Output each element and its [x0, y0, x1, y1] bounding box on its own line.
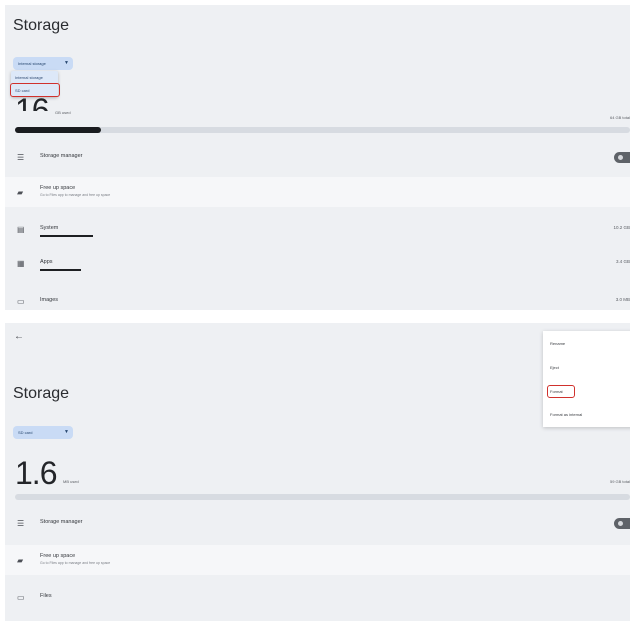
overflow-menu: Rename Eject Format Format as internal — [543, 331, 630, 427]
dropdown-selected-label: SD card — [18, 430, 33, 435]
storage-manager-icon: ☰ — [17, 153, 25, 162]
row-label: Storage manager — [40, 519, 83, 525]
menu-item-format-as-internal[interactable]: Format as internal — [550, 412, 582, 417]
row-label: Storage manager — [40, 153, 83, 159]
row-free-up-space[interactable]: ▰ Free up space Go to Files app to manag… — [5, 177, 630, 207]
cleanup-icon: ▰ — [17, 556, 24, 565]
row-sublabel: Go to Files app to manage and free up sp… — [40, 561, 111, 565]
apps-usage-bar — [40, 269, 82, 271]
total-storage-label: 59 GB total — [609, 479, 630, 484]
storage-manager-toggle[interactable] — [614, 518, 630, 529]
row-label: Free up space — [40, 553, 76, 559]
menu-item-eject[interactable]: Eject — [550, 365, 559, 370]
row-label: Apps — [40, 259, 53, 265]
back-arrow-icon[interactable]: ← — [14, 331, 24, 342]
apps-icon: ▦ — [17, 259, 25, 268]
total-storage-label: 64 GB total — [609, 115, 630, 120]
row-label: Images — [40, 297, 59, 303]
row-system[interactable]: ▤ System 10.2 GB — [5, 217, 630, 243]
row-storage-manager[interactable]: ☰ Storage manager — [5, 511, 630, 537]
storage-manager-toggle[interactable] — [614, 152, 630, 163]
cleanup-icon: ▰ — [17, 188, 24, 197]
storage-manager-icon: ☰ — [17, 519, 25, 528]
storage-volume-dropdown[interactable]: SD card ▼ — [13, 426, 73, 439]
system-usage-bar — [40, 235, 94, 237]
format-option-highlight — [547, 385, 575, 398]
storage-usage-bar — [15, 127, 630, 133]
menu-item-rename[interactable]: Rename — [550, 341, 565, 346]
storage-screen-internal: Storage Internal storage ▼ Internal stor… — [5, 5, 630, 310]
row-value: 10.2 GB — [613, 225, 630, 230]
storage-screen-sd-card: ← Storage SD card ▼ 1.6 MB used 59 GB to… — [5, 323, 630, 621]
used-storage-number: 16 — [15, 92, 49, 111]
row-storage-manager[interactable]: ☰ Storage manager — [5, 145, 630, 171]
storage-volume-dropdown[interactable]: Internal storage ▼ — [13, 57, 73, 70]
chevron-down-icon: ▼ — [64, 60, 69, 66]
row-images[interactable]: ▭ Images 3.0 MB — [5, 289, 630, 310]
page-title: Storage — [13, 385, 70, 402]
storage-usage-bar — [15, 494, 630, 500]
page-title: Storage — [13, 17, 70, 34]
used-storage-unit: MB used — [63, 479, 79, 484]
used-storage-unit: GB used — [55, 110, 71, 115]
row-label: Free up space — [40, 185, 76, 191]
system-icon: ▤ — [17, 225, 25, 234]
row-files[interactable]: ▭ Files — [5, 585, 630, 611]
storage-usage-bar-fill — [15, 127, 102, 133]
row-value: 3.4 GB — [615, 259, 630, 264]
row-label: System — [40, 225, 59, 231]
dropdown-selected-label: Internal storage — [18, 61, 46, 66]
row-sublabel: Go to Files app to manage and free up sp… — [40, 193, 111, 197]
row-label: Files — [40, 593, 52, 599]
row-value: 3.0 MB — [615, 297, 630, 302]
folder-icon: ▭ — [17, 593, 25, 602]
chevron-down-icon: ▼ — [64, 429, 69, 435]
row-apps[interactable]: ▦ Apps 3.4 GB — [5, 251, 630, 277]
used-storage-number: 1.6 — [15, 455, 57, 491]
row-free-up-space[interactable]: ▰ Free up space Go to Files app to manag… — [5, 545, 630, 575]
images-icon: ▭ — [17, 297, 25, 306]
